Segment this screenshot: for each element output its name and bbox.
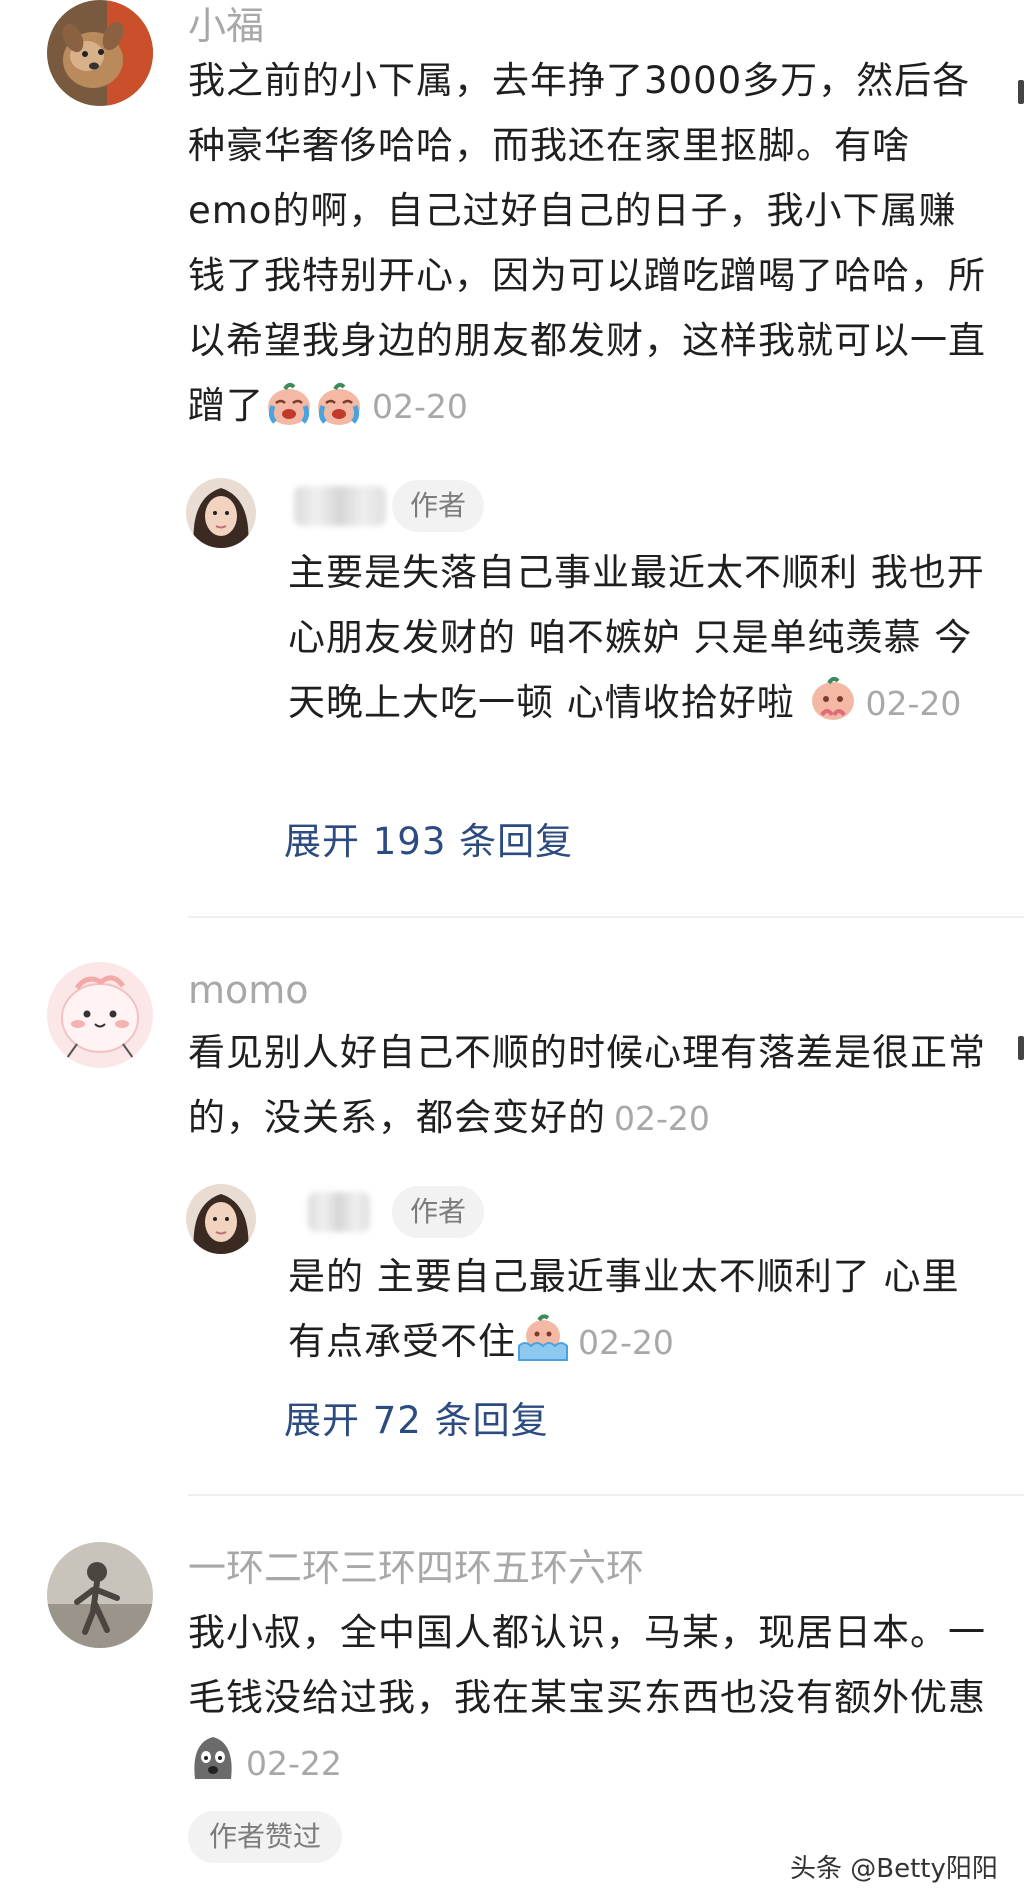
reply-text-block: 是的 主要自己最近事业太不顺利了 心里有点承受不住 02-20: [288, 1244, 988, 1382]
watermark: 头条 @Betty阳阳: [790, 1854, 998, 1884]
comment-text-block: 我小叔，全中国人都认识，马某，现居日本。一毛钱没给过我，我在某宝买东西也没有额外…: [188, 1600, 988, 1803]
author-badge: 作者: [392, 1186, 484, 1238]
comment-date: 02-22: [246, 1744, 342, 1783]
comment-text-block: 我之前的小下属，去年挣了3000多万，然后各种豪华奢侈哈哈，而我还在家里抠脚。有…: [188, 48, 988, 446]
comment-date: 02-20: [614, 1099, 710, 1138]
reply-date: 02-20: [578, 1323, 674, 1362]
author-liked-badge: 作者赞过: [188, 1811, 342, 1863]
expand-replies-link[interactable]: 展开 72 条回复: [284, 1396, 549, 1446]
user-avatar-photo[interactable]: [47, 1542, 153, 1648]
comment-divider: [188, 1494, 1024, 1496]
comment-text: 看见别人好自己不顺的时候心理有落差是很正常的，没关系，都会变好的: [188, 1031, 986, 1139]
author-avatar[interactable]: [186, 1184, 256, 1254]
author-badge: 作者: [392, 480, 484, 532]
reply-date: 02-20: [865, 684, 962, 723]
user-avatar-cartoon[interactable]: [47, 962, 153, 1068]
crying-face-icon: [315, 381, 363, 446]
comment-username[interactable]: 小福: [188, 4, 264, 48]
user-avatar-dog[interactable]: [47, 0, 153, 106]
comment-username[interactable]: momo: [188, 968, 309, 1012]
comment-date: 02-20: [372, 387, 468, 426]
speechless-face-icon: [189, 1733, 237, 1803]
blurred-author-name: [308, 1192, 370, 1232]
comment-text: 我小叔，全中国人都认识，马某，现居日本。一毛钱没给过我，我在某宝买东西也没有额外…: [188, 1611, 986, 1719]
comment-text-block: 看见别人好自己不顺的时候心理有落差是很正常的，没关系，都会变好的 02-20: [188, 1020, 988, 1151]
crying-in-bath-icon: [517, 1314, 569, 1382]
edge-indicator: [1018, 80, 1024, 104]
blurred-author-name: [294, 486, 386, 526]
expand-replies-link[interactable]: 展开 193 条回复: [284, 817, 573, 867]
reply-text-block: 主要是失落自己事业最近太不顺利 我也开心朋友发财的 咱不嫉妒 只是单纯羡慕 今天…: [288, 540, 988, 743]
author-avatar[interactable]: [186, 478, 256, 548]
comment-username[interactable]: 一环二环三环四环五环六环: [188, 1546, 644, 1590]
pleading-face-icon: [809, 675, 857, 743]
comment-text: 我之前的小下属，去年挣了3000多万，然后各种豪华奢侈哈哈，而我还在家里抠脚。有…: [188, 59, 986, 427]
edge-indicator: [1018, 1036, 1024, 1060]
comment-divider: [188, 916, 1024, 918]
crying-face-icon: [265, 381, 313, 446]
